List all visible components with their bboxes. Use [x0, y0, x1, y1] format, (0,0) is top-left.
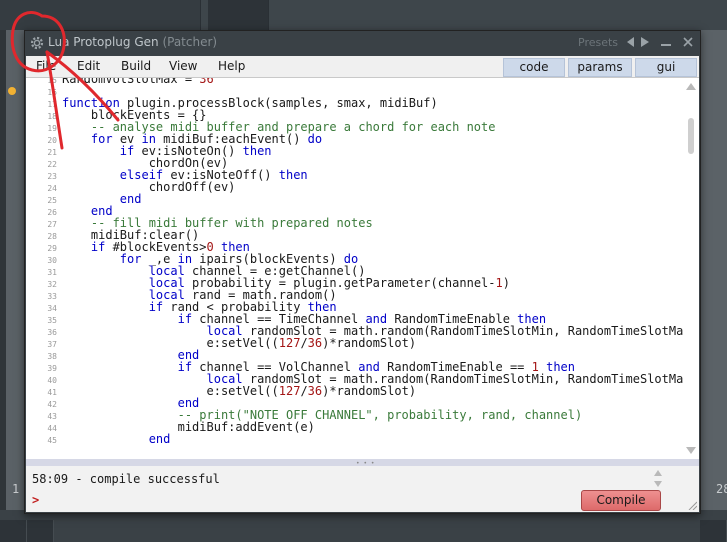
line-number: 19: [47, 124, 57, 133]
line-number: 37: [47, 340, 57, 349]
host-panel: [208, 0, 269, 30]
console-panel: 58:09 - compile successful > Compile: [26, 466, 699, 512]
line-number: 33: [47, 292, 57, 301]
line-number: 43: [47, 412, 57, 421]
line-number: 41: [47, 388, 57, 397]
line-number: 42: [47, 400, 57, 409]
line-number: 44: [47, 424, 57, 433]
line-number: 35: [47, 316, 57, 325]
console-scroll-up-icon[interactable]: [654, 470, 662, 476]
menu-edit[interactable]: Edit: [77, 59, 100, 73]
plugin-window: Lua Protoplug Gen (Patcher) Presets File…: [24, 30, 701, 514]
line-number: 26: [47, 208, 57, 217]
menu-help[interactable]: Help: [218, 59, 245, 73]
line-number: 40: [47, 376, 57, 385]
line-number: 21: [47, 148, 57, 157]
line-number: 34: [47, 304, 57, 313]
title-bar[interactable]: Lua Protoplug Gen (Patcher) Presets: [25, 31, 700, 55]
scroll-down-icon[interactable]: [686, 447, 696, 454]
line-number: 27: [47, 220, 57, 229]
line-number: 38: [47, 352, 57, 361]
menu-build[interactable]: Build: [121, 59, 151, 73]
line-number-gutter: 15 16 17 18 19 20 21 22 23 24 25 26 27 28 29 30 31 32 33 34…: [26, 78, 59, 459]
host-side-number-right: 28: [716, 482, 727, 496]
resize-grip-icon[interactable]: [687, 500, 697, 510]
line-number: 17: [47, 100, 57, 109]
menu-bar: File Edit Build View Help code params gu…: [26, 56, 699, 78]
host-toolbar: [0, 0, 727, 30]
console-message: 58:09 - compile successful: [32, 472, 220, 486]
code-line[interactable]: RandomVolSlotMax = 36: [62, 78, 214, 85]
tab-params[interactable]: params: [568, 58, 632, 77]
tab-code[interactable]: code: [503, 58, 565, 77]
pane-splitter[interactable]: • • •: [26, 459, 699, 467]
host-left-panel: [0, 30, 24, 542]
host-right-panel: [697, 30, 727, 542]
triangle-left-icon[interactable]: [625, 34, 637, 52]
menu-file[interactable]: File: [36, 59, 56, 73]
window-title-text: Lua Protoplug Gen: [48, 35, 159, 49]
line-number: 25: [47, 196, 57, 205]
line-number: 45: [47, 436, 57, 445]
window-title: Lua Protoplug Gen (Patcher): [48, 35, 217, 49]
presets-label[interactable]: Presets: [578, 36, 618, 49]
line-number: 39: [47, 364, 57, 373]
host-indicator-dot: [8, 87, 16, 95]
host-side-number-left: 1: [12, 482, 20, 496]
line-number: 23: [47, 172, 57, 181]
console-prompt[interactable]: >: [32, 493, 39, 507]
scrollbar-thumb[interactable]: [688, 118, 694, 154]
line-number: 24: [47, 184, 57, 193]
tab-gui[interactable]: gui: [635, 58, 697, 77]
gear-icon[interactable]: [29, 35, 45, 51]
line-number: 36: [47, 328, 57, 337]
code-editor[interactable]: 15 16 17 18 19 20 21 22 23 24 25 26 27 28 29 30 31 32 33 34…: [26, 78, 699, 459]
console-scroll-down-icon[interactable]: [654, 481, 662, 487]
code-line[interactable]: end: [62, 433, 171, 445]
host-bottom-strip: [0, 510, 727, 542]
line-number: 22: [47, 160, 57, 169]
line-number: 16: [47, 88, 57, 97]
line-number: 20: [47, 136, 57, 145]
menu-view[interactable]: View: [169, 59, 197, 73]
line-number: 29: [47, 244, 57, 253]
triangle-right-icon[interactable]: [639, 34, 651, 52]
line-number: 18: [47, 112, 57, 121]
line-number: 28: [47, 232, 57, 241]
close-icon[interactable]: [681, 34, 695, 52]
vertical-scrollbar[interactable]: [683, 78, 699, 459]
scroll-up-icon[interactable]: [686, 83, 696, 90]
line-number: 30: [47, 256, 57, 265]
line-number: 15: [47, 78, 57, 85]
compile-button[interactable]: Compile: [581, 490, 661, 511]
minimize-icon[interactable]: [659, 34, 673, 52]
window-subtitle: (Patcher): [162, 35, 218, 49]
line-number: 32: [47, 280, 57, 289]
line-number: 31: [47, 268, 57, 277]
host-panel: [0, 0, 201, 30]
